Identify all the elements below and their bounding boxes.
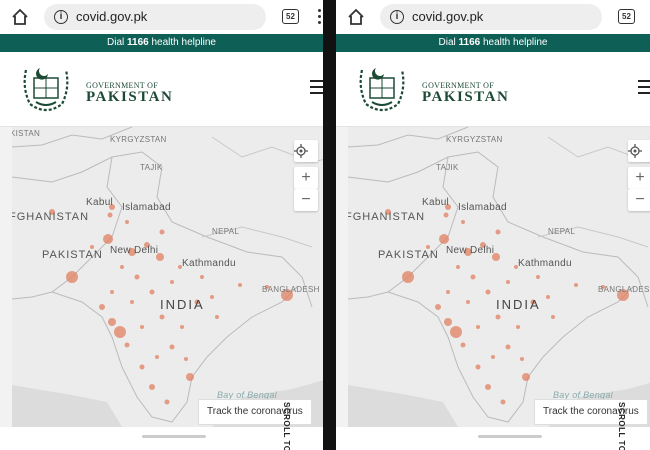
case-dots-layer: [385, 204, 629, 405]
crosshair-icon[interactable]: [628, 140, 650, 162]
helpline-number[interactable]: 1166: [127, 37, 149, 48]
zoom-out-button[interactable]: −: [294, 189, 318, 211]
helpline-banner: Dial 1166 health helpline: [0, 34, 323, 52]
scroll-top-button[interactable]: SCROLL TOP: [282, 402, 291, 450]
info-icon[interactable]: i: [390, 10, 404, 24]
track-coronavirus-button[interactable]: Track the coronavirus: [198, 399, 312, 425]
bottom-sheet-handle[interactable]: [0, 427, 323, 450]
menu-dots-icon[interactable]: [318, 9, 322, 25]
zoom-in-button[interactable]: +: [628, 167, 650, 189]
zoom-in-button[interactable]: +: [294, 167, 318, 189]
crosshair-icon[interactable]: [294, 140, 318, 162]
gov-line-2: PAKISTAN: [86, 89, 174, 105]
phone-screenshot-left: i covid.gov.pk 52 Dial 1166 health helpl…: [0, 0, 323, 450]
site-header: GOVERNMENT OF PAKISTAN: [336, 52, 650, 127]
helpline-number[interactable]: 1166: [459, 37, 481, 48]
tab-switcher-icon[interactable]: 52: [618, 9, 635, 24]
home-icon[interactable]: [346, 7, 366, 27]
hamburger-icon[interactable]: [638, 80, 650, 96]
browser-url-bar: i covid.gov.pk 52: [336, 0, 650, 34]
case-dots-layer: [49, 204, 293, 405]
pakistan-emblem-logo[interactable]: [18, 64, 74, 112]
zoom-out-button[interactable]: −: [628, 189, 650, 211]
covid-map[interactable]: KYRGYZSTAN TAJIK FGHANISTAN Kabul Islama…: [348, 127, 650, 427]
address-bar[interactable]: i covid.gov.pk: [44, 4, 266, 30]
helpline-banner: Dial 1166 health helpline: [336, 34, 650, 52]
pakistan-emblem-logo[interactable]: [354, 64, 410, 112]
info-icon[interactable]: i: [54, 10, 68, 24]
track-coronavirus-button[interactable]: Track the coronavirus: [534, 399, 648, 425]
url-text: covid.gov.pk: [412, 9, 484, 24]
scroll-top-button[interactable]: SCROLL TOP: [617, 402, 626, 450]
phone-screenshot-right: i covid.gov.pk 52 Dial 1166 health helpl…: [336, 0, 650, 450]
split-divider: [323, 0, 336, 450]
browser-url-bar: i covid.gov.pk 52: [0, 0, 323, 34]
home-icon[interactable]: [10, 7, 30, 27]
gov-line-2: PAKISTAN: [422, 89, 510, 105]
bottom-sheet-handle[interactable]: [336, 427, 650, 450]
covid-map[interactable]: KISTAN KYRGYZSTAN TAJIK FGHANISTAN Kabul…: [12, 127, 323, 427]
site-header: GOVERNMENT OF PAKISTAN: [0, 52, 323, 127]
hamburger-icon[interactable]: [310, 80, 323, 96]
url-text: covid.gov.pk: [76, 9, 148, 24]
address-bar[interactable]: i covid.gov.pk: [380, 4, 602, 30]
tab-switcher-icon[interactable]: 52: [282, 9, 299, 24]
